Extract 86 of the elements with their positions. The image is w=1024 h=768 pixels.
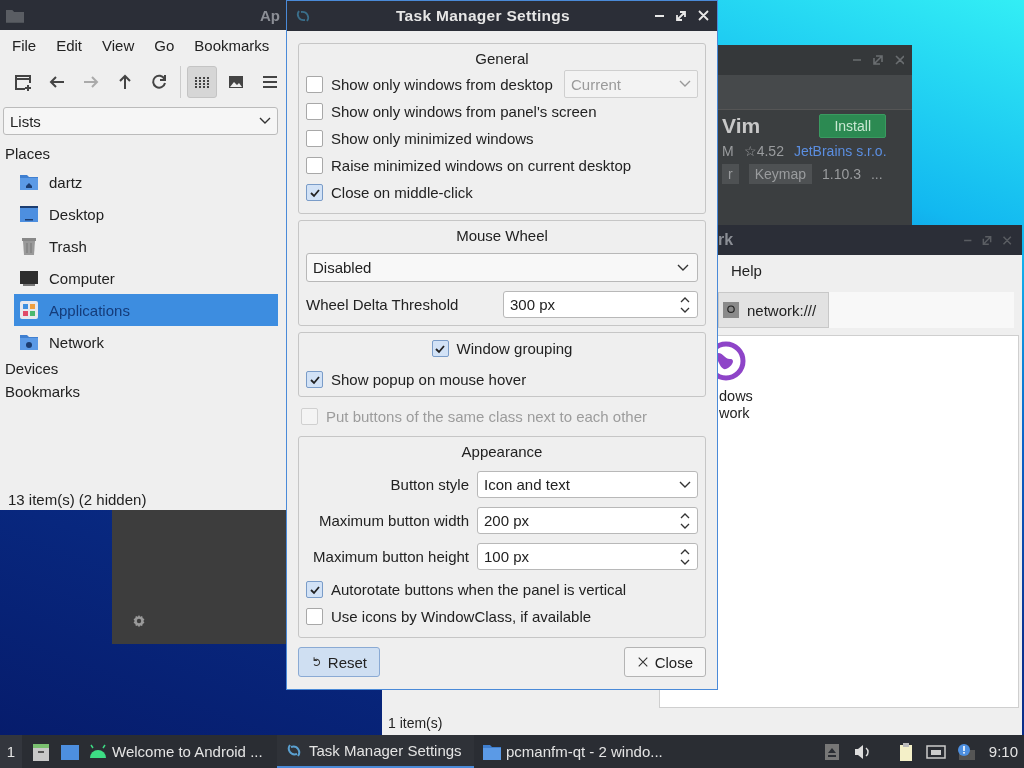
monitor-icon <box>19 268 39 288</box>
new-tab-icon <box>13 72 33 92</box>
plugin-name: Vim <box>722 114 761 138</box>
option-label: Show only windows from panel's screen <box>331 103 597 120</box>
status-text: 1 item(s) <box>388 715 443 731</box>
checkbox[interactable] <box>306 103 323 120</box>
window-title: rk <box>718 231 734 249</box>
checkbox[interactable] <box>306 608 323 625</box>
sidebar-item[interactable]: dartz <box>14 166 278 198</box>
option-label: Close on middle-click <box>331 184 473 201</box>
close-icon <box>636 656 649 668</box>
file-cabinet-icon[interactable] <box>31 741 51 762</box>
sidebar-item[interactable]: Desktop <box>14 198 278 230</box>
gear-icon[interactable] <box>132 614 146 628</box>
checkbox[interactable] <box>306 371 323 388</box>
reset-icon <box>311 656 322 668</box>
field-label: Wheel Delta Threshold <box>306 296 459 313</box>
threshold-spinbox[interactable]: 300 px <box>503 291 698 318</box>
chevron-icon <box>677 263 689 272</box>
version-text: 1.10.3 <box>822 166 861 182</box>
checkbox[interactable] <box>306 130 323 147</box>
option-label: Window grouping <box>456 340 573 357</box>
sidebar-section[interactable]: Places <box>3 143 53 166</box>
option-label: Show popup on mouse hover <box>331 371 527 388</box>
option-label: Autorotate buttons when the panel is vertical <box>331 581 627 598</box>
menu-item[interactable]: Go <box>144 32 185 58</box>
chevron-icon <box>259 117 271 125</box>
option-label: Use icons by WindowClass, if available <box>331 608 592 625</box>
window-title: Ap <box>260 6 280 24</box>
field-label: Maximum button height <box>313 548 469 565</box>
home-folder-icon <box>19 172 39 192</box>
window-title: Task Manager Settings <box>395 7 571 25</box>
close-button[interactable]: Close <box>623 647 706 677</box>
path-button[interactable]: network:/// <box>718 292 830 328</box>
size-spinbox[interactable]: 100 px <box>477 543 698 570</box>
drive-icon <box>723 302 739 318</box>
sidebar-mode-dropdown[interactable]: Lists <box>3 107 278 135</box>
sidebar-item[interactable]: Network <box>14 326 278 358</box>
file-label[interactable]: dows work <box>719 388 753 422</box>
desktop-icon <box>19 204 39 224</box>
reload-icon <box>149 72 169 92</box>
option-label: Raise minimized windows on current desktop <box>331 157 632 174</box>
network-folder-icon <box>19 332 39 352</box>
option-label: Put buttons of the same class next to each other <box>326 408 648 425</box>
icon-view-button[interactable] <box>187 66 217 98</box>
field-label: Button style <box>390 476 469 493</box>
folder-icon <box>6 7 24 23</box>
group-title: General <box>475 49 529 69</box>
task-button[interactable]: Task Manager Settings <box>277 735 474 768</box>
task-button[interactable]: pcmanfm-qt - 2 windo... <box>474 735 671 768</box>
more-text: ... <box>870 166 883 182</box>
menu-item[interactable]: Edit <box>46 32 93 58</box>
trash-icon <box>19 236 39 256</box>
status-text: 13 item(s) (2 hidden) <box>8 490 147 508</box>
sidebar-section[interactable]: Devices <box>3 358 61 381</box>
option-label: Show only windows from desktop <box>331 75 553 93</box>
checkbox[interactable] <box>306 184 323 201</box>
menu-item[interactable]: Bookmarks <box>184 32 280 58</box>
chevron-icon <box>679 480 691 489</box>
checkbox[interactable] <box>306 157 323 174</box>
checkbox[interactable] <box>431 340 449 357</box>
menu-item[interactable]: File <box>2 32 47 58</box>
apps-icon <box>19 300 39 320</box>
menu-item[interactable]: View <box>92 32 145 58</box>
group-title: Appearance <box>461 442 543 462</box>
field-label: Maximum button width <box>318 512 469 529</box>
sidebar-item[interactable]: Computer <box>14 262 278 294</box>
group-title: Mouse Wheel <box>456 226 548 246</box>
notification-icon[interactable] <box>955 741 976 762</box>
option-label: Show only minimized windows <box>331 130 534 147</box>
rating-text: ☆4.52 <box>743 143 784 159</box>
button-style-dropdown[interactable]: Icon and text <box>477 471 698 498</box>
wheel-mode-dropdown[interactable]: Disabled <box>306 253 698 282</box>
download-count: M <box>722 143 734 159</box>
size-spinbox[interactable]: 200 px <box>477 507 698 534</box>
reset-button[interactable]: Reset <box>298 647 380 677</box>
checkbox[interactable] <box>306 581 323 598</box>
sidebar-section[interactable]: Bookmarks <box>3 381 83 404</box>
swirl-icon <box>295 8 311 24</box>
task-button[interactable]: Welcome to Android ... <box>80 735 277 768</box>
desktop-switcher[interactable]: 1 <box>0 735 22 768</box>
chevron-icon <box>679 80 691 88</box>
checkbox[interactable] <box>306 75 323 93</box>
sidebar-item[interactable]: Trash <box>14 230 278 262</box>
menu-item[interactable]: Help <box>721 257 772 283</box>
clock[interactable]: 9:10 <box>980 743 1024 760</box>
